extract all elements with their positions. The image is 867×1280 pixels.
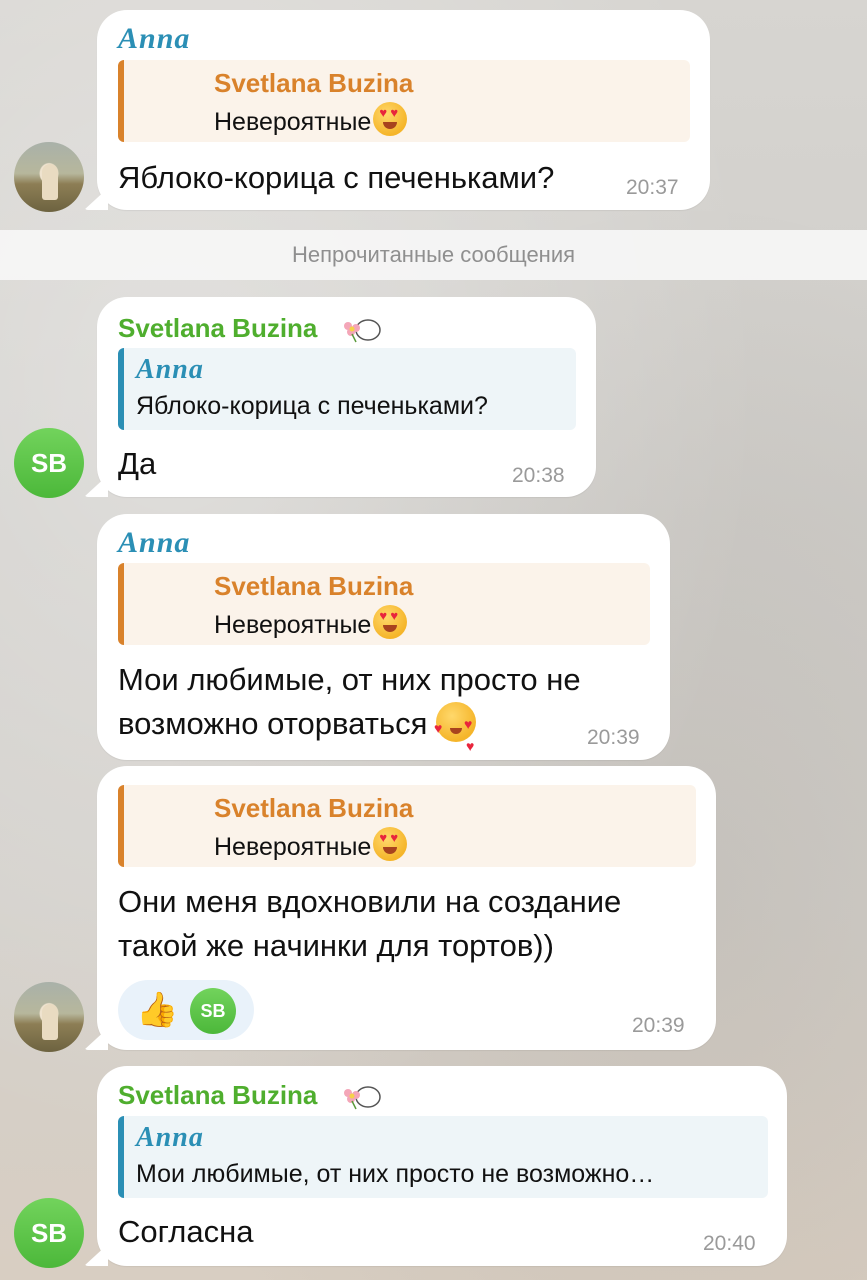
sender-name[interactable]: Anna [118, 526, 190, 560]
reply-sender: Svetlana Buzina [214, 793, 414, 823]
message-text: Согласна [118, 1214, 254, 1249]
message-text: Да [118, 446, 157, 481]
heart-eyes-emoji-icon [373, 827, 408, 861]
heart-eyes-emoji-icon [373, 605, 408, 639]
reply-preview[interactable]: Svetlana Buzina Невероятные [118, 60, 690, 142]
avatar[interactable]: SB [14, 428, 84, 498]
reply-text: Невероятные [214, 827, 408, 862]
message-time: 20:39 [587, 726, 640, 749]
avatar[interactable] [14, 982, 84, 1052]
reaction-avatar: SB [190, 988, 236, 1034]
avatar[interactable]: SB [14, 1198, 84, 1268]
message-text: Яблоко-корица с печеньками? [118, 160, 555, 195]
reply-sender: Anna [136, 354, 204, 385]
unread-messages-divider: Непрочитанные сообщения [0, 230, 867, 280]
message-text-line: Мои любимые, от них просто не [118, 662, 581, 697]
bubble-tail [84, 188, 108, 210]
sender-name[interactable]: Svetlana Buzina [118, 313, 317, 344]
reply-preview[interactable]: Svetlana Buzina Невероятные [118, 785, 696, 867]
reply-bar [118, 348, 124, 430]
reply-text: Невероятные [214, 102, 408, 137]
reply-bar [118, 785, 124, 867]
reply-text: Невероятные [214, 605, 408, 640]
message-time: 20:39 [632, 1014, 685, 1037]
reply-bar [118, 563, 124, 645]
chat-area[interactable]: Anna Svetlana Buzina Невероятные Яблоко-… [0, 0, 867, 1280]
reply-preview[interactable]: Svetlana Buzina Невероятные [118, 563, 650, 645]
thumbs-up-icon: 👍 [136, 991, 179, 1029]
flower-sticker-icon [344, 319, 381, 343]
message-text-line: Они меня вдохновили на создание [118, 884, 622, 919]
reply-text: Мои любимые, от них просто не возможно… [136, 1160, 655, 1188]
reply-sender: Svetlana Buzina [214, 68, 414, 98]
message-time: 20:37 [626, 176, 679, 199]
sender-name[interactable]: Svetlana Buzina [118, 1080, 317, 1111]
avatar[interactable] [14, 142, 84, 212]
message-time: 20:40 [703, 1232, 756, 1255]
reply-sender: Svetlana Buzina [214, 571, 414, 601]
message-text-line: возможно оторваться ♥ ♥ ♥ [118, 702, 476, 754]
bubble-tail [84, 1028, 108, 1050]
reply-text: Яблоко-корица с печеньками? [136, 392, 488, 420]
reply-sender: Anna [136, 1122, 204, 1153]
bubble-tail [84, 1244, 108, 1266]
message-time: 20:38 [512, 464, 565, 487]
reply-bar [118, 60, 124, 142]
reply-bar [118, 1116, 124, 1198]
sender-name[interactable]: Anna [118, 22, 190, 56]
reaction-chip[interactable]: 👍 SB [118, 980, 254, 1040]
flower-sticker-icon [344, 1086, 381, 1110]
reply-preview[interactable]: Anna Яблоко-корица с печеньками? [118, 348, 576, 430]
heart-eyes-emoji-icon [373, 102, 408, 136]
reply-preview[interactable]: Anna Мои любимые, от них просто не возмо… [118, 1116, 768, 1198]
smiling-face-with-hearts-emoji-icon: ♥ ♥ ♥ [434, 702, 476, 754]
message-text-line: такой же начинки для тортов)) [118, 928, 554, 963]
